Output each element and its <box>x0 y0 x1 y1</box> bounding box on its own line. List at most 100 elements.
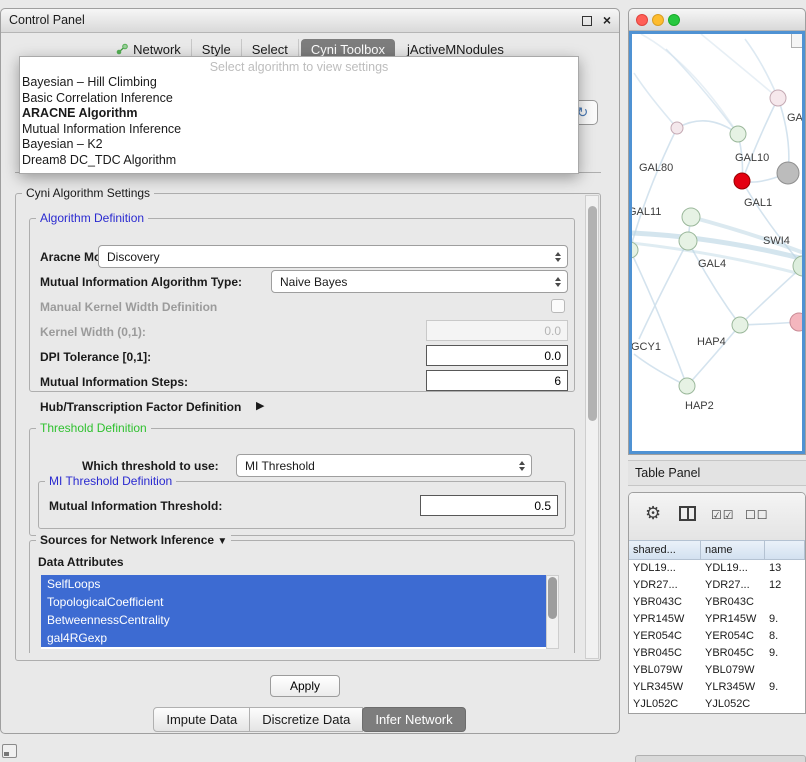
window-title: Control Panel <box>9 13 85 27</box>
table-panel-header-bar: Table Panel <box>628 460 806 486</box>
dpi-tolerance-field[interactable] <box>426 345 568 366</box>
control-panel-titlebar[interactable]: Control Panel × <box>1 9 619 33</box>
combo-arrows-icon <box>555 246 561 267</box>
manual-kernel-width-checkbox[interactable] <box>551 299 565 313</box>
node-label-gal: GAL <box>787 112 804 124</box>
float-window-icon[interactable] <box>582 16 592 26</box>
attributes-scrollbar-track[interactable] <box>546 575 559 649</box>
combo-arrows-icon <box>555 271 561 292</box>
hub-section-label: Hub/Transcription Factor Definition <box>40 400 241 414</box>
data-attributes-list: SelfLoopsTopologicalCoefficientBetweenne… <box>41 575 546 649</box>
mi-algorithm-type-combo[interactable]: Naive Bayes <box>271 270 568 293</box>
mac-zoom-button[interactable] <box>668 14 680 26</box>
attribute-list-item[interactable]: TopologicalCoefficient <box>41 593 546 611</box>
bottom-tabs: Impute DataDiscretize DataInfer Network <box>1 707 619 731</box>
dropdown-item-mutual-information-inference[interactable]: Mutual Information Inference <box>20 122 578 138</box>
algorithm-dropdown-list: Bayesian – Hill ClimbingBasic Correlatio… <box>20 75 578 169</box>
chevron-right-icon[interactable]: ▶ <box>256 399 264 412</box>
network-canvas-area[interactable]: GALGAL80GAL10GAL11GAL1SWI4GAL4GCY1HAP4HA… <box>629 31 805 454</box>
table-row[interactable]: YDR27...YDR27...12 <box>629 577 805 594</box>
collapsed-panel-edge[interactable] <box>635 755 806 762</box>
table-row[interactable]: YBR043CYBR043C <box>629 594 805 611</box>
network-node[interactable] <box>790 313 804 331</box>
deselect-all-checkboxes-icon[interactable]: ☐☐ <box>745 508 769 522</box>
network-view-window: GALGAL80GAL10GAL11GAL1SWI4GAL4GCY1HAP4HA… <box>628 8 806 455</box>
table-panel-title: Table Panel <box>635 466 700 480</box>
table-cell: YLR345W <box>629 679 701 696</box>
dpi-tolerance-label: DPI Tolerance [0,1]: <box>40 350 151 364</box>
dropdown-item-dream8-dc-tdc-algorithm[interactable]: Dream8 DC_TDC Algorithm <box>20 153 578 169</box>
tab-infer-network[interactable]: Infer Network <box>362 707 465 732</box>
column-header[interactable] <box>765 540 805 560</box>
network-node[interactable] <box>734 173 750 189</box>
chevron-down-icon[interactable]: ▼ <box>217 536 227 547</box>
network-window-titlebar[interactable] <box>629 9 805 31</box>
columns-icon[interactable] <box>679 506 696 521</box>
mi-algorithm-type-label: Mutual Information Algorithm Type: <box>40 275 242 289</box>
attribute-list-item[interactable]: SelfLoops <box>41 575 546 593</box>
mac-close-button[interactable] <box>636 14 648 26</box>
algorithm-definition-title: Algorithm Definition <box>36 211 148 225</box>
mac-minimize-button[interactable] <box>652 14 664 26</box>
network-scrollbar-fragment[interactable] <box>791 34 802 48</box>
which-threshold-combo[interactable]: MI Threshold <box>236 454 532 477</box>
table-cell: YBR043C <box>629 594 701 611</box>
restore-panel-icon[interactable] <box>2 744 17 758</box>
close-window-icon[interactable]: × <box>603 12 611 28</box>
network-node[interactable] <box>671 122 683 134</box>
combo-arrows-icon <box>519 455 525 476</box>
restore-panel-icon-detail <box>4 752 9 756</box>
sources-group: Sources for Network Inference ▼ Data Att… <box>29 540 575 653</box>
table-row[interactable]: YPR145WYPR145W9. <box>629 611 805 628</box>
dropdown-item-basic-correlation-inference[interactable]: Basic Correlation Inference <box>20 91 578 107</box>
network-node[interactable] <box>679 232 697 250</box>
network-node[interactable] <box>682 208 700 226</box>
tab-impute-data[interactable]: Impute Data <box>153 707 250 732</box>
table-row[interactable]: YER054CYER054C8. <box>629 628 805 645</box>
table-row[interactable]: YBR045CYBR045C9. <box>629 645 805 662</box>
mi-threshold-field[interactable] <box>420 495 558 516</box>
table-cell: YJL052C <box>629 696 701 713</box>
settings-scrollbar-track[interactable] <box>585 195 599 659</box>
network-node[interactable] <box>730 126 746 142</box>
node-label-gal1: GAL1 <box>744 197 772 209</box>
network-node[interactable] <box>679 378 695 394</box>
network-edge <box>745 39 778 98</box>
select-all-checkboxes-icon[interactable]: ☑☑ <box>711 508 735 522</box>
kernel-width-label: Kernel Width (0,1): <box>40 325 146 339</box>
column-header[interactable]: shared... <box>629 540 701 560</box>
network-node[interactable] <box>732 317 748 333</box>
tab-label: Cyni Toolbox <box>311 42 385 57</box>
settings-scrollbar-thumb[interactable] <box>588 206 597 421</box>
aracne-mode-combo[interactable]: Discovery <box>98 245 568 268</box>
table-row[interactable]: YJL052CYJL052C <box>629 696 805 713</box>
tab-discretize-data[interactable]: Discretize Data <box>249 707 363 732</box>
table-cell: 9. <box>765 679 805 696</box>
mi-threshold-label: Mutual Information Threshold: <box>49 499 222 513</box>
dropdown-item-bayesian-hill-climbing[interactable]: Bayesian – Hill Climbing <box>20 75 578 91</box>
network-canvas[interactable]: GALGAL80GAL10GAL11GAL1SWI4GAL4GCY1HAP4HA… <box>632 34 804 453</box>
attributes-scrollbar-thumb[interactable] <box>548 577 557 619</box>
network-node[interactable] <box>777 162 799 184</box>
dropdown-placeholder: Select algorithm to view settings <box>20 59 578 75</box>
dropdown-item-aracne-algorithm[interactable]: ARACNE Algorithm <box>20 106 578 122</box>
node-label-gcy1: GCY1 <box>632 341 661 353</box>
control-panel-window: Control Panel × NetworkStyleSelectCyni T… <box>0 8 620 734</box>
attribute-list-item[interactable]: BetweennessCentrality <box>41 611 546 629</box>
dropdown-item-bayesian-k2[interactable]: Bayesian – K2 <box>20 137 578 153</box>
gear-icon[interactable]: ⚙ <box>645 503 661 524</box>
kernel-width-field[interactable] <box>426 320 568 341</box>
mi-steps-field[interactable] <box>426 370 568 391</box>
apply-button[interactable]: Apply <box>270 675 340 697</box>
network-node[interactable] <box>770 90 786 106</box>
attribute-list-item[interactable]: gal4RGexp <box>41 629 546 647</box>
table-row[interactable]: YLR345WYLR345W9. <box>629 679 805 696</box>
table-cell: YPR145W <box>629 611 701 628</box>
table-row[interactable]: YDL19...YDL19...13 <box>629 560 805 577</box>
aracne-mode-value: Discovery <box>107 250 160 264</box>
threshold-definition-title: Threshold Definition <box>36 421 151 435</box>
network-tab-icon <box>116 43 128 55</box>
tab-label: Network <box>133 42 181 57</box>
column-header[interactable]: name <box>701 540 765 560</box>
table-row[interactable]: YBL079WYBL079W <box>629 662 805 679</box>
